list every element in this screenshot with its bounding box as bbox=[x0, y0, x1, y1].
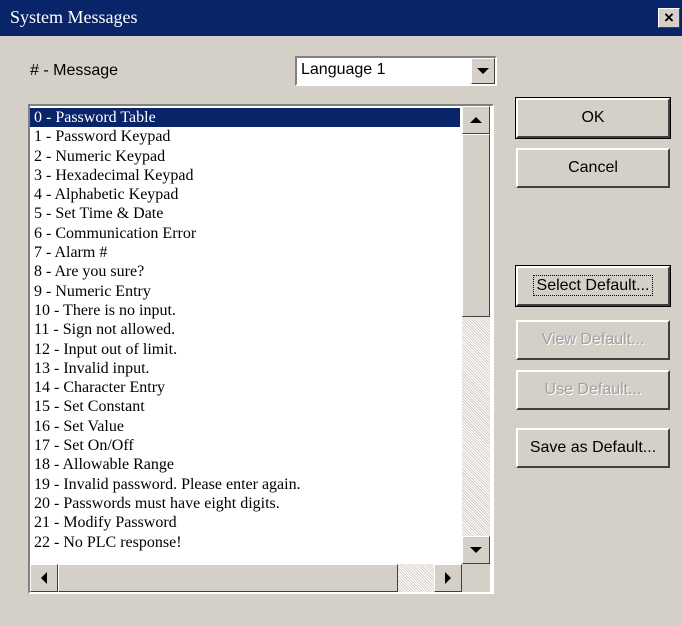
message-list-item[interactable]: 3 - Hexadecimal Keypad bbox=[30, 166, 460, 185]
vertical-scroll-thumb[interactable] bbox=[462, 134, 490, 317]
window-title: System Messages bbox=[10, 7, 138, 27]
message-list-item[interactable]: 6 - Communication Error bbox=[30, 224, 460, 243]
scroll-right-button[interactable] bbox=[434, 564, 462, 592]
language-select-value: Language 1 bbox=[301, 61, 386, 78]
message-column-label: # - Message bbox=[30, 62, 119, 79]
cancel-button[interactable]: Cancel bbox=[516, 148, 670, 188]
use-default-button[interactable]: Use Default... bbox=[516, 370, 670, 410]
message-list-item[interactable]: 22 - No PLC response! bbox=[30, 533, 460, 552]
message-list-item[interactable]: 12 - Input out of limit. bbox=[30, 340, 460, 359]
ok-button[interactable]: OK bbox=[515, 97, 671, 139]
message-list-item[interactable]: 10 - There is no input. bbox=[30, 301, 460, 320]
message-list[interactable]: 0 - Password Table 1 - Password Keypad 2 -… bbox=[30, 108, 460, 566]
message-list-item[interactable]: 14 - Character Entry bbox=[30, 378, 460, 397]
message-list-item[interactable]: 4 - Alphabetic Keypad bbox=[30, 185, 460, 204]
save-as-default-button[interactable]: Save as Default... bbox=[516, 428, 670, 468]
message-list-item[interactable]: 9 - Numeric Entry bbox=[30, 282, 460, 301]
arrow-left-icon bbox=[41, 572, 47, 584]
language-dropdown-button[interactable] bbox=[471, 58, 495, 84]
vertical-scrollbar[interactable] bbox=[462, 106, 490, 564]
message-list-item[interactable]: 15 - Set Constant bbox=[30, 397, 460, 416]
arrow-up-icon bbox=[470, 117, 482, 123]
arrow-down-icon bbox=[470, 547, 482, 553]
select-default-button[interactable]: Select Default... bbox=[515, 265, 671, 307]
message-list-item[interactable]: 17 - Set On/Off bbox=[30, 436, 460, 455]
message-listbox[interactable]: 0 - Password Table 1 - Password Keypad 2 -… bbox=[28, 104, 494, 594]
horizontal-scrollbar[interactable] bbox=[30, 564, 462, 592]
horizontal-scroll-thumb[interactable] bbox=[58, 564, 398, 592]
close-icon: × bbox=[664, 8, 674, 27]
message-list-item[interactable]: 20 - Passwords must have eight digits. bbox=[30, 494, 460, 513]
view-default-button[interactable]: View Default... bbox=[516, 320, 670, 360]
message-list-item[interactable]: 5 - Set Time & Date bbox=[30, 204, 460, 223]
message-list-item[interactable]: 13 - Invalid input. bbox=[30, 359, 460, 378]
select-default-label: Select Default... bbox=[532, 275, 654, 296]
message-list-item[interactable]: 19 - Invalid password. Please enter agai… bbox=[30, 475, 460, 494]
message-list-item[interactable]: 2 - Numeric Keypad bbox=[30, 147, 460, 166]
message-list-item[interactable]: 1 - Password Keypad bbox=[30, 127, 460, 146]
message-list-item[interactable]: 16 - Set Value bbox=[30, 417, 460, 436]
system-messages-dialog: System Messages × # - Message Language 1… bbox=[0, 0, 682, 626]
scroll-down-button[interactable] bbox=[462, 536, 490, 564]
scroll-up-button[interactable] bbox=[462, 106, 490, 134]
scroll-left-button[interactable] bbox=[30, 564, 58, 592]
close-button[interactable]: × bbox=[658, 8, 680, 28]
scrollbar-corner bbox=[462, 564, 490, 592]
message-list-item[interactable]: 0 - Password Table bbox=[30, 108, 460, 128]
message-list-item[interactable]: 18 - Allowable Range bbox=[30, 455, 460, 474]
language-select[interactable]: Language 1 bbox=[295, 56, 497, 86]
message-list-item[interactable]: 11 - Sign not allowed. bbox=[30, 320, 460, 339]
title-bar[interactable]: System Messages × bbox=[0, 0, 682, 36]
message-list-item[interactable]: 21 - Modify Password bbox=[30, 513, 460, 532]
chevron-down-icon bbox=[477, 68, 489, 74]
message-list-item[interactable]: 7 - Alarm # bbox=[30, 243, 460, 262]
arrow-right-icon bbox=[445, 572, 451, 584]
message-list-item[interactable]: 8 - Are you sure? bbox=[30, 262, 460, 281]
